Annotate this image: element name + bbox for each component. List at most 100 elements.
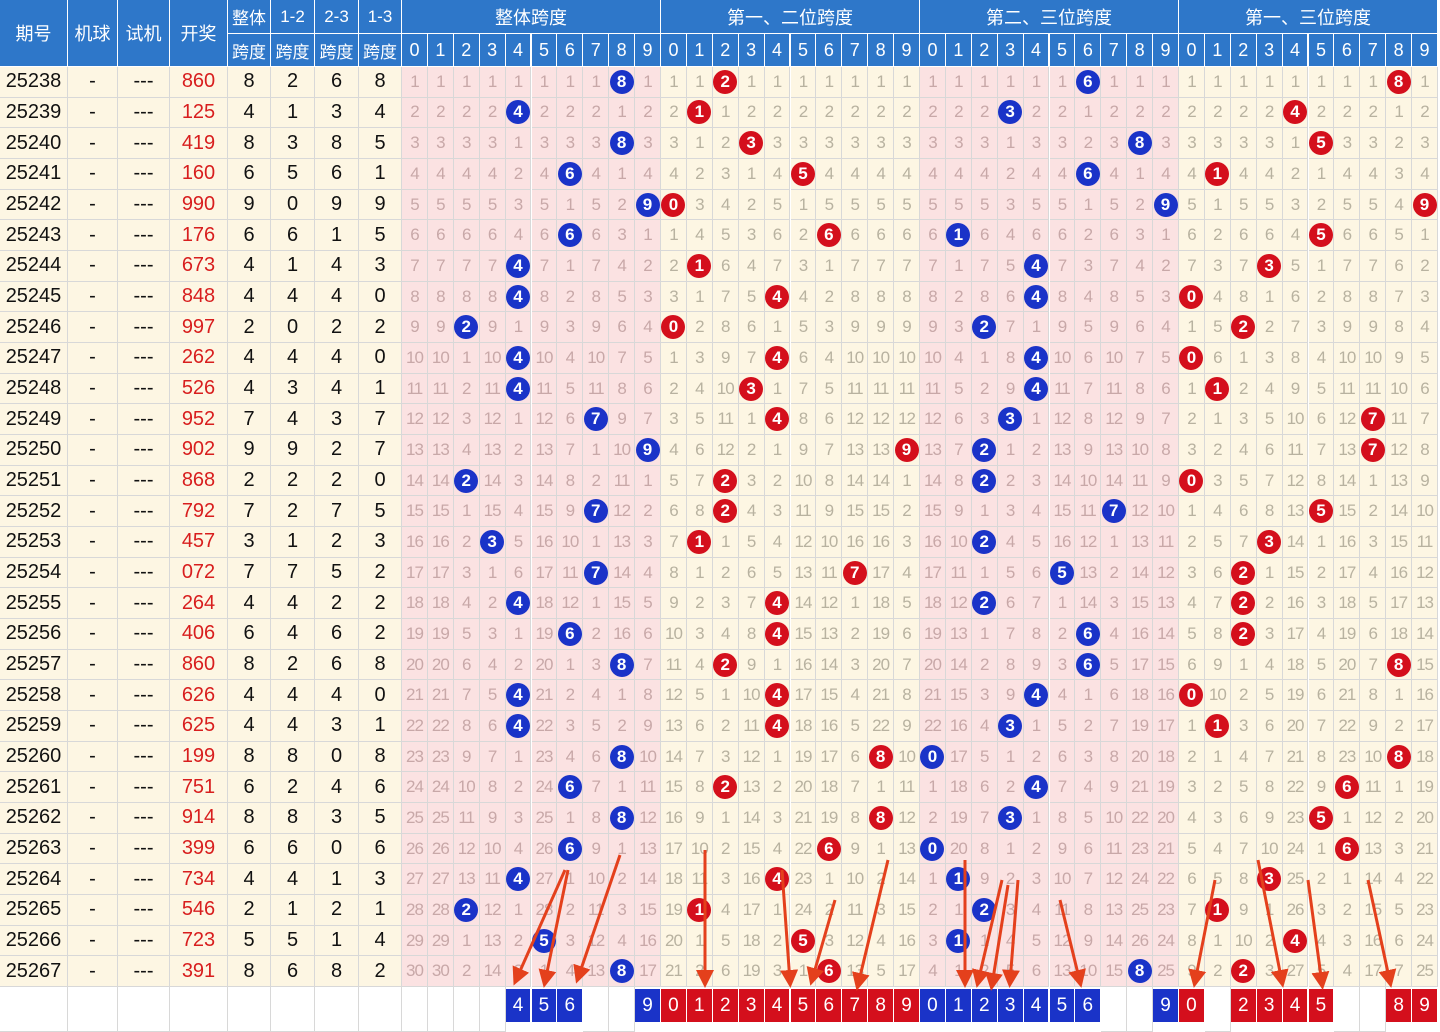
miss-count-cell: 8 xyxy=(945,465,972,497)
miss-count-cell: 2 xyxy=(842,97,869,129)
miss-count-cell: 6 xyxy=(609,312,636,344)
hit-ball: 0 xyxy=(920,744,945,769)
hit-cell: 3 xyxy=(1256,527,1283,558)
miss-count-cell: 9 xyxy=(635,711,661,742)
row-trial: --- xyxy=(118,680,170,712)
miss-count-cell: 7 xyxy=(686,465,713,497)
miss-count-cell: 3 xyxy=(790,251,817,282)
row-s13: 5 xyxy=(359,128,402,159)
miss-count-cell: 4 xyxy=(1075,772,1102,804)
row-s13: 2 xyxy=(359,312,402,344)
miss-count-cell: 1 xyxy=(738,404,765,436)
digit-header: 2 xyxy=(1230,34,1257,67)
row-machine: - xyxy=(68,833,118,865)
hit-cell: 4 xyxy=(764,864,791,896)
miss-count-cell: 19 xyxy=(738,956,765,988)
miss-count-cell: 2 xyxy=(1179,404,1205,436)
hit-cell: 1 xyxy=(1204,895,1231,926)
row-machine: - xyxy=(68,97,118,129)
miss-count-cell: 7 xyxy=(686,741,713,773)
miss-count-cell: 20 xyxy=(945,833,972,865)
miss-count-cell: 4 xyxy=(583,159,610,190)
miss-count-cell: 14 xyxy=(427,465,454,497)
miss-count-cell: 20 xyxy=(531,649,558,681)
row-s13: 0 xyxy=(359,281,402,313)
miss-count-cell: 6 xyxy=(531,220,558,251)
miss-count-cell: 7 xyxy=(1360,649,1387,681)
hit-cell: 4 xyxy=(505,680,532,712)
miss-count-cell: 23 xyxy=(1282,803,1309,834)
miss-count-cell: 7 xyxy=(894,649,920,681)
hit-ball: 5 xyxy=(1049,560,1074,585)
row-s13: 8 xyxy=(359,649,402,681)
miss-count-cell: 4 xyxy=(1282,220,1309,251)
digit-header: 0 xyxy=(661,34,687,67)
miss-count-cell: 3 xyxy=(1101,128,1128,159)
miss-count-cell: 5 xyxy=(531,189,558,221)
row-span: 4 xyxy=(228,680,271,712)
miss-count-cell: 12 xyxy=(402,404,428,436)
miss-count-cell: 2 xyxy=(583,97,610,129)
miss-count-cell: 8 xyxy=(686,496,713,528)
hit-cell: 6 xyxy=(816,220,843,251)
miss-count-cell: 13 xyxy=(868,435,895,466)
digit-header: 5 xyxy=(1308,34,1335,67)
row-draw: 902 xyxy=(170,435,228,466)
hit-cell: 4 xyxy=(764,711,791,742)
miss-count-cell: 6 xyxy=(738,312,765,344)
miss-count-cell: 10 xyxy=(583,343,610,374)
row-s12: 6 xyxy=(271,220,315,251)
row-machine: - xyxy=(68,496,118,528)
miss-count-cell: 7 xyxy=(1230,251,1257,282)
row-s23: 6 xyxy=(315,619,359,650)
miss-count-cell: 14 xyxy=(1049,465,1076,497)
miss-count-cell: 10 xyxy=(1153,496,1179,528)
hit-ball: 9 xyxy=(894,437,919,462)
miss-count-cell: 9 xyxy=(894,312,920,344)
hit-cell: 5 xyxy=(790,925,817,957)
miss-count-cell: 5 xyxy=(1023,189,1050,221)
footer-blank xyxy=(359,987,402,1032)
miss-count-cell: 2 xyxy=(1049,97,1076,129)
miss-count-cell: 4 xyxy=(997,220,1024,251)
miss-count-cell: 16 xyxy=(842,527,869,558)
hit-ball: 6 xyxy=(1075,621,1100,646)
miss-count-cell: 4 xyxy=(1386,189,1413,221)
miss-count-cell: 14 xyxy=(1412,619,1438,650)
miss-count-cell: 4 xyxy=(557,343,584,374)
miss-count-cell: 3 xyxy=(661,281,687,313)
miss-count-cell: 22 xyxy=(790,833,817,865)
miss-count-cell: 3 xyxy=(1360,128,1387,159)
miss-count-cell: 13 xyxy=(1412,588,1438,620)
row-s13: 2 xyxy=(359,956,402,988)
miss-count-cell: 9 xyxy=(1101,772,1128,804)
miss-count-cell: 6 xyxy=(842,741,869,773)
miss-count-cell: 12 xyxy=(868,404,895,436)
miss-count-cell: 1 xyxy=(894,67,920,98)
miss-count-cell: 14 xyxy=(1282,527,1309,558)
digit-header: 1 xyxy=(427,34,454,67)
miss-count-cell: 2 xyxy=(686,312,713,344)
miss-count-cell: 4 xyxy=(1023,895,1050,926)
miss-count-cell: 1 xyxy=(583,527,610,558)
miss-count-cell: 2 xyxy=(453,527,480,558)
miss-count-cell: 4 xyxy=(1412,159,1438,190)
header-draw: 开奖 xyxy=(170,0,228,67)
miss-count-cell: 1 xyxy=(842,588,869,620)
miss-count-cell: 2 xyxy=(1023,97,1050,129)
miss-count-cell: 3 xyxy=(712,588,739,620)
miss-count-cell: 8 xyxy=(427,281,454,313)
miss-count-cell: 13 xyxy=(1386,465,1413,497)
miss-count-cell: 24 xyxy=(1127,864,1154,896)
digit-header: 9 xyxy=(894,34,920,67)
miss-count-cell: 9 xyxy=(557,496,584,528)
miss-count-cell: 5 xyxy=(453,189,480,221)
miss-count-cell: 15 xyxy=(816,680,843,712)
miss-count-cell: 6 xyxy=(1101,220,1128,251)
miss-count-cell: 16 xyxy=(1153,680,1179,712)
row-draw: 997 xyxy=(170,312,228,344)
row-span: 7 xyxy=(228,557,271,589)
miss-count-cell: 14 xyxy=(1153,619,1179,650)
row-s23: 8 xyxy=(315,956,359,988)
miss-count-cell: 6 xyxy=(1230,496,1257,528)
